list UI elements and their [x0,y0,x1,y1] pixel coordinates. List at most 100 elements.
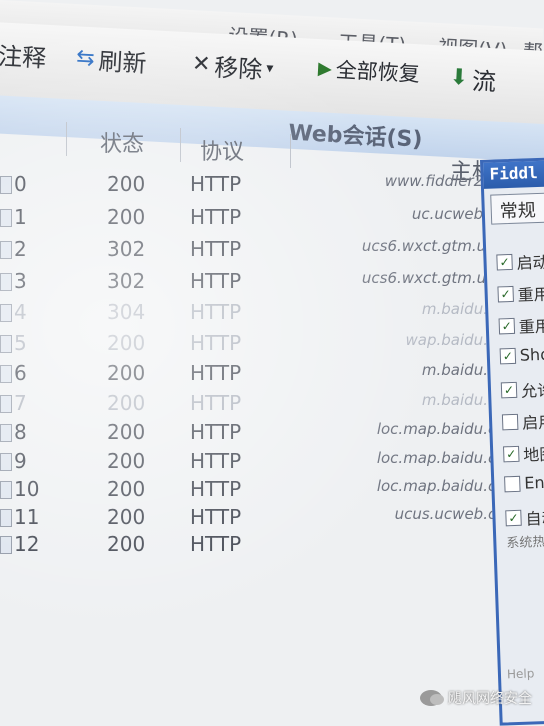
watermark-text: 飓风网络安全 [448,691,532,707]
column-separator [66,122,67,156]
option-item[interactable]: ✓ 重用客 [498,312,544,338]
table-row[interactable]: 9 200 HTTP loc.map.baidu.com [0,449,520,479]
stream-button[interactable]: ⬇ 流 [449,60,497,97]
session-protocol: HTTP [190,204,242,229]
checkbox[interactable]: ✓ [500,381,518,399]
dialog-title-bar[interactable]: Fiddl [483,158,544,189]
session-number: 8 [14,420,27,444]
option-label: Show a [519,344,544,365]
session-icon [0,452,12,471]
session-status: 302 [107,268,146,293]
session-protocol: HTTP [190,172,242,196]
resume-all-label: 全部恢复 [335,57,421,87]
session-number: 3 [14,268,27,293]
close-icon: ✕ [191,51,212,78]
checkbox[interactable]: ✓ [497,285,514,303]
option-item[interactable]: Encrypt using [504,470,544,494]
session-status: 200 [107,204,146,229]
help-link[interactable]: Help [507,666,535,681]
refresh-icon: ⇆ [75,45,96,72]
option-item[interactable]: ✓ 允许远程 [500,375,544,402]
session-protocol: HTTP [190,532,242,556]
table-row[interactable]: 4 304 HTTP m.baidu.com [0,300,520,330]
option-label: 重用 [517,284,544,305]
tab-general[interactable]: 常规 [490,192,544,225]
chevron-down-icon: ▾ [265,59,274,77]
table-row[interactable]: 10 200 HTTP loc.map.baidu.com [0,477,520,507]
comment-label: 注释 [0,42,47,73]
option-label: 自动音频视频 [525,506,544,529]
arrow-down-icon: ⬇ [449,64,469,91]
session-protocol: HTTP [190,330,242,355]
column-status[interactable]: 状态 [100,126,144,158]
comment-button[interactable]: 注释 [0,36,47,73]
session-protocol: HTTP [190,268,242,293]
table-row[interactable]: 5 200 HTTP wap.baidu.com [0,331,520,361]
session-icon [0,176,12,194]
session-icon [0,304,12,322]
session-icon [0,508,12,527]
checkbox[interactable]: ✓ [498,317,516,335]
session-number: 5 [14,330,27,355]
session-icon [0,394,12,413]
session-number: 4 [14,300,27,324]
option-item[interactable]: 启用 IPv6 [501,407,544,434]
column-separator [290,134,291,168]
option-item[interactable]: ✓ 重用 [497,281,544,307]
option-item[interactable]: ✓ 自动音频视频 [505,502,544,530]
session-status: 200 [107,477,146,501]
session-icon [0,334,12,353]
checkbox[interactable] [504,475,521,492]
table-row[interactable]: 0 200 HTTP www.fiddler2.com [0,172,520,202]
option-label: 允许远程 [520,379,544,401]
session-icon [0,481,12,499]
remove-button[interactable]: ✕ 移除 ▾ [191,46,274,85]
stream-label: 流 [471,67,497,97]
session-number: 12 [14,532,40,556]
table-row[interactable]: 6 200 HTTP m.baidu.com [0,361,520,391]
table-row[interactable]: 7 200 HTTP m.baidu.com [0,391,520,421]
checkbox[interactable]: ✓ [503,445,520,463]
session-icon [0,241,12,259]
session-icon [0,272,12,291]
session-icon [0,536,12,554]
session-status: 304 [107,300,146,324]
session-number: 1 [14,204,27,229]
session-status: 200 [107,532,146,556]
session-number: 9 [14,448,27,473]
refresh-button[interactable]: ⇆ 刷新 [75,40,148,79]
table-row[interactable]: 11 200 HTTP ucus.ucweb.com [0,505,520,535]
table-row[interactable]: 12 200 HTTP [0,532,520,562]
session-number: 11 [14,504,40,529]
table-row[interactable]: 8 200 HTTP loc.map.baidu.com [0,420,520,450]
option-item[interactable]: ✓ 地图套接字 [503,439,544,466]
table-row[interactable]: 3 302 HTTP ucs6.wxct.gtm.ucw... [0,269,520,299]
column-protocol[interactable]: 协议 [200,134,244,166]
checkbox[interactable]: ✓ [496,253,513,271]
column-separator [180,128,181,162]
session-icon [0,208,12,227]
session-status: 200 [107,172,146,196]
session-icon [0,424,12,442]
play-icon: ▶ [317,57,333,80]
session-status: 200 [107,420,146,444]
option-item[interactable]: ✓ 启动 [496,249,544,275]
session-status: 200 [107,390,146,415]
option-label: Encrypt using [523,470,544,493]
table-row[interactable]: 2 302 HTTP ucs6.wxct.gtm.ucw... [0,237,520,267]
session-protocol: HTTP [190,504,242,529]
checkbox[interactable]: ✓ [499,347,517,364]
option-label: 重用客 [518,316,544,337]
session-status: 200 [107,330,146,355]
table-row[interactable]: 1 200 HTTP uc.ucweb.com [0,205,520,235]
session-protocol: HTTP [190,361,242,385]
session-number: 6 [14,361,27,385]
checkbox[interactable] [501,413,519,431]
resume-all-button[interactable]: ▶ 全部恢复 [317,53,420,88]
session-list[interactable]: 状态 协议 主机 0 200 HTTP www.fiddler2.com 1 200 HTT… [0,120,544,600]
options-dialog: Fiddl 常规 ✓启动✓重用✓重用客✓Show a✓允许远程启用 IPv6✓地… [480,155,544,726]
session-number: 2 [14,237,27,261]
option-item[interactable]: ✓Show a [499,344,544,366]
checkbox[interactable]: ✓ [505,509,522,527]
dialog-title: Fiddl [489,163,538,184]
